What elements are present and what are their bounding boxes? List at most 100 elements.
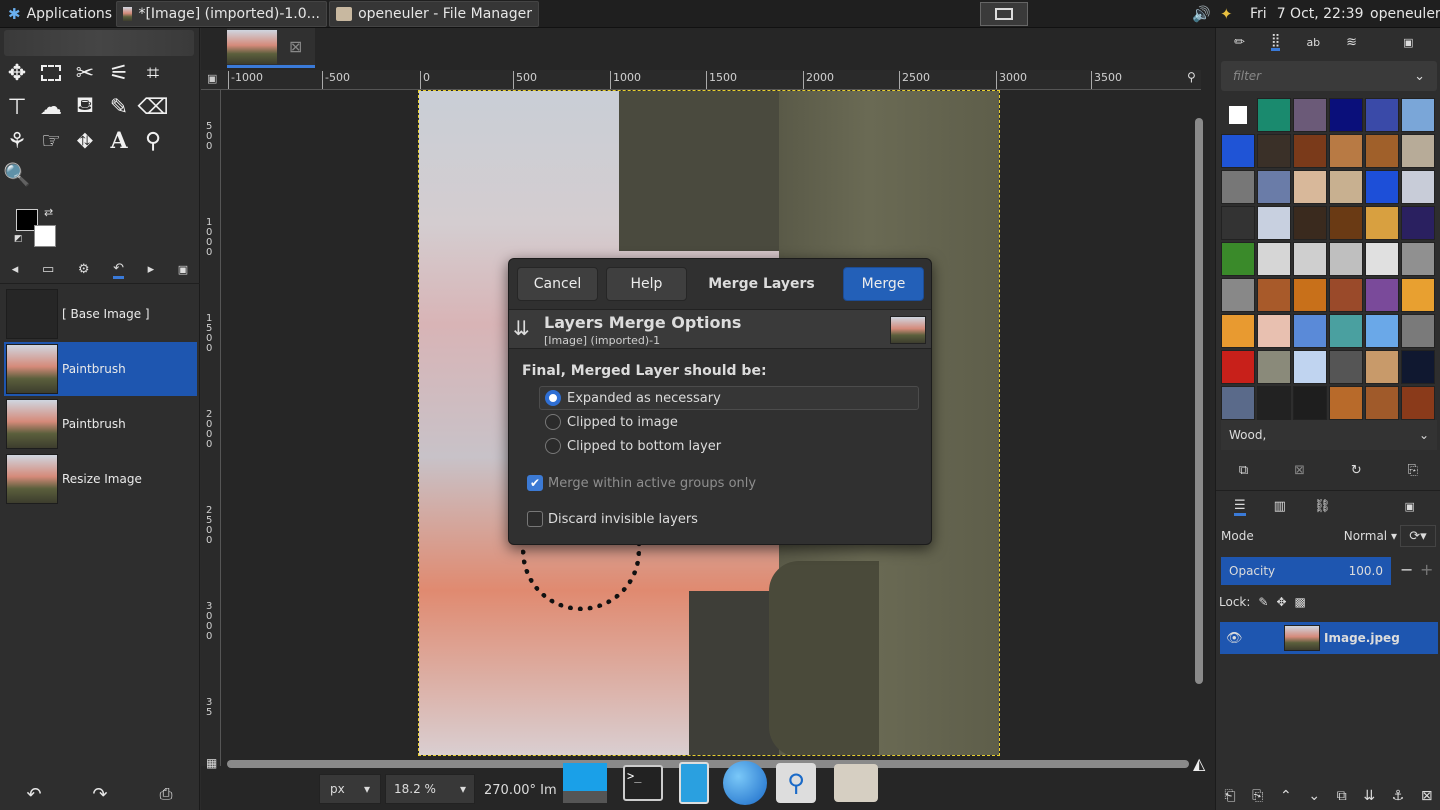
pattern-swatch[interactable] <box>1401 386 1435 420</box>
pattern-swatch[interactable] <box>1221 98 1255 132</box>
unit-select[interactable]: px ▾ <box>319 774 381 804</box>
bucket-fill-tool-icon[interactable]: ⛾ <box>68 90 102 124</box>
move-tool-icon[interactable]: ✥ <box>0 56 34 90</box>
pattern-swatch[interactable] <box>1329 242 1363 276</box>
pattern-swatch[interactable] <box>1293 98 1327 132</box>
network-button[interactable]: ✦ <box>1214 1 1239 27</box>
tab-paths-icon[interactable]: ⛓ <box>1314 499 1331 514</box>
dock-menu-icon[interactable]: ▣ <box>178 263 188 276</box>
text-tool-icon[interactable]: A <box>102 124 136 158</box>
dock-show-desktop[interactable] <box>561 760 609 806</box>
unified-transform-tool-icon[interactable]: ⊤ <box>0 90 34 124</box>
pattern-swatch[interactable] <box>1401 134 1435 168</box>
pattern-swatch[interactable] <box>1257 242 1291 276</box>
scroll-right-icon[interactable]: ▸ <box>148 262 155 277</box>
anchor-icon[interactable]: ⚓ <box>1392 788 1405 804</box>
pattern-swatch[interactable] <box>1293 386 1327 420</box>
zoom-tool-icon[interactable]: 🔍 <box>0 158 34 192</box>
open-as-image-icon[interactable]: ⎘ <box>1408 463 1418 478</box>
opacity-slider[interactable]: Opacity 100.0 <box>1221 557 1391 585</box>
pattern-swatch[interactable] <box>1293 134 1327 168</box>
clock[interactable]: Fri 7 Oct, 22:39 <box>1244 1 1370 27</box>
refresh-patterns-icon[interactable]: ↻ <box>1351 463 1362 478</box>
pattern-swatch[interactable] <box>1221 314 1255 348</box>
pattern-swatch[interactable] <box>1221 386 1255 420</box>
new-group-icon[interactable]: ⎘ <box>1252 788 1263 804</box>
taskbar-window-file-manager[interactable]: openeuler - File Manager <box>329 1 539 27</box>
lock-pixels-icon[interactable]: ✎ <box>1258 595 1268 609</box>
pattern-swatch[interactable] <box>1329 278 1363 312</box>
pattern-swatch[interactable] <box>1257 314 1291 348</box>
lock-position-icon[interactable]: ✥ <box>1276 595 1286 609</box>
path-tool-icon[interactable]: ⛖ <box>68 124 102 158</box>
dock-web-browser[interactable] <box>721 760 769 806</box>
tab-tool-options-icon[interactable]: ⚙ <box>78 262 90 277</box>
pattern-swatch[interactable] <box>1365 386 1399 420</box>
history-item[interactable]: Resize Image <box>4 452 197 506</box>
duplicate-layer-icon[interactable]: ⧉ <box>1337 788 1347 804</box>
image-tab[interactable]: ⊠ <box>227 28 315 68</box>
pattern-swatch[interactable] <box>1257 206 1291 240</box>
pattern-swatch[interactable] <box>1365 242 1399 276</box>
duplicate-pattern-icon[interactable]: ⧉ <box>1239 463 1248 478</box>
dock-app-finder[interactable]: ⚲ <box>772 760 820 806</box>
scroll-left-icon[interactable]: ◂ <box>12 262 19 277</box>
pattern-swatch[interactable] <box>1293 206 1327 240</box>
option-clipped-bottom[interactable]: Clipped to bottom layer <box>545 438 721 454</box>
pattern-swatch[interactable] <box>1257 350 1291 384</box>
smudge-tool-icon[interactable]: ☞ <box>34 124 68 158</box>
pattern-swatch[interactable] <box>1365 206 1399 240</box>
volume-button[interactable]: 🔊 <box>1186 1 1217 27</box>
pattern-swatch[interactable] <box>1401 350 1435 384</box>
pattern-swatch[interactable] <box>1329 350 1363 384</box>
history-item[interactable]: Paintbrush <box>4 397 197 451</box>
history-item-selected[interactable]: Paintbrush <box>4 342 197 396</box>
warp-tool-icon[interactable]: ☁ <box>34 90 68 124</box>
navigate-icon[interactable]: ▦ <box>206 756 217 770</box>
merge-down-icon[interactable]: ⇊ <box>1363 788 1375 804</box>
pattern-swatch[interactable] <box>1293 170 1327 204</box>
pattern-swatch[interactable] <box>1365 170 1399 204</box>
new-layer-icon[interactable]: ⎗ <box>1224 788 1235 804</box>
pattern-swatch[interactable] <box>1401 170 1435 204</box>
pattern-swatch[interactable] <box>1293 278 1327 312</box>
pattern-swatch[interactable] <box>1257 98 1291 132</box>
help-button[interactable]: Help <box>606 267 687 301</box>
discard-invisible-checkbox[interactable]: Discard invisible layers <box>527 511 698 527</box>
clone-tool-icon[interactable]: ⚘ <box>0 124 34 158</box>
pattern-swatch[interactable] <box>1401 314 1435 348</box>
tab-brushes-icon[interactable]: ✏ <box>1234 35 1245 50</box>
merge-groups-checkbox[interactable]: ✔ Merge within active groups only <box>527 475 756 491</box>
pattern-swatch[interactable] <box>1329 206 1363 240</box>
composite-mode-button[interactable]: ⟳▾ <box>1400 525 1436 547</box>
delete-pattern-icon[interactable]: ⊠ <box>1294 463 1305 478</box>
redo-icon[interactable]: ↷ <box>86 780 114 808</box>
pattern-swatch[interactable] <box>1401 278 1435 312</box>
delete-layer-icon[interactable]: ⊠ <box>1421 788 1433 804</box>
vertical-scrollbar[interactable] <box>1195 118 1203 684</box>
cancel-button[interactable]: Cancel <box>517 267 598 301</box>
pattern-swatch[interactable] <box>1221 242 1255 276</box>
pattern-swatch[interactable] <box>1293 350 1327 384</box>
history-item-base[interactable]: [ Base Image ] <box>4 287 197 341</box>
scissors-tool-icon[interactable]: ✂ <box>68 56 102 90</box>
pattern-swatch[interactable] <box>1293 314 1327 348</box>
color-picker-tool-icon[interactable]: ⚲ <box>136 124 170 158</box>
pattern-swatch[interactable] <box>1401 242 1435 276</box>
tab-undo-history-icon[interactable]: ↶ <box>113 261 125 279</box>
pattern-swatch[interactable] <box>1257 386 1291 420</box>
layer-row-image[interactable]: 👁 Image.jpeg <box>1220 622 1438 654</box>
option-clipped-image[interactable]: Clipped to image <box>545 414 678 430</box>
opacity-plus-icon[interactable]: + <box>1420 560 1433 579</box>
option-expanded[interactable]: Expanded as necessary <box>539 386 919 410</box>
pattern-swatch[interactable] <box>1257 278 1291 312</box>
tab-channels-icon[interactable]: ▥ <box>1274 499 1286 514</box>
clear-history-icon[interactable]: ⎙ <box>152 780 180 808</box>
dock-menu-icon[interactable]: ▣ <box>1404 500 1414 513</box>
pattern-swatch[interactable] <box>1221 206 1255 240</box>
merge-button[interactable]: Merge <box>843 267 924 301</box>
pattern-swatch[interactable] <box>1365 98 1399 132</box>
swap-colors-icon[interactable]: ⇄ <box>44 206 53 219</box>
pattern-swatch[interactable] <box>1257 170 1291 204</box>
dock-terminal[interactable]: >_ <box>619 760 667 806</box>
